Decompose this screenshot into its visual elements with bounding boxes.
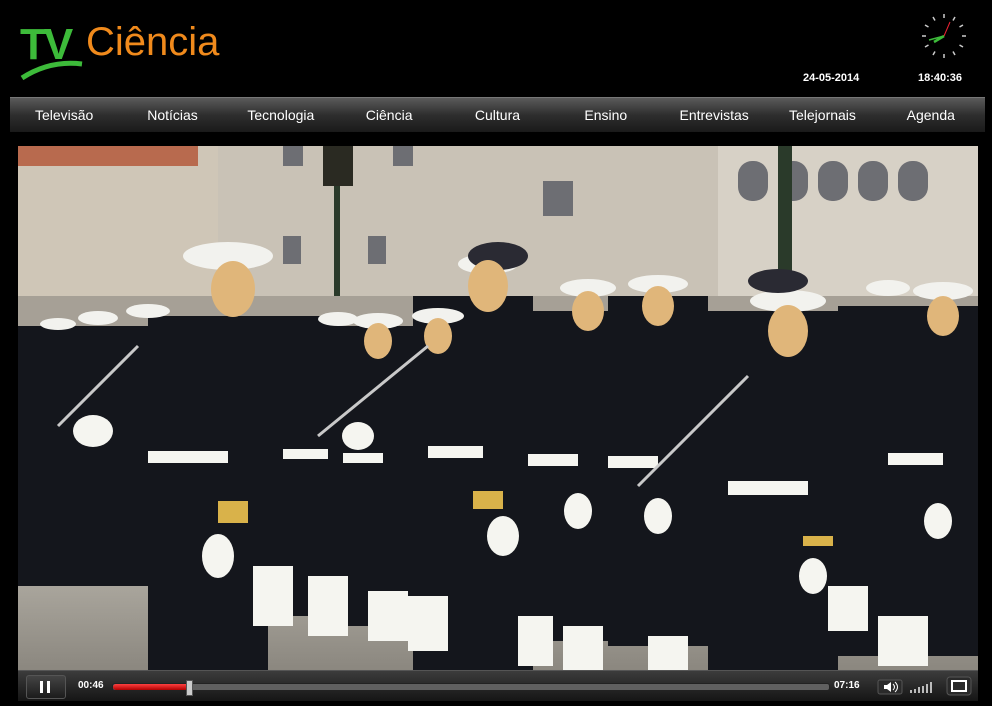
video-scene-image (18, 146, 978, 670)
pause-button[interactable] (26, 675, 66, 699)
nav-item-tecnologia[interactable]: Tecnologia (227, 98, 335, 132)
seek-handle[interactable] (185, 680, 193, 696)
nav-item-entrevistas[interactable]: Entrevistas (660, 98, 768, 132)
video-duration: 07:16 (834, 680, 860, 691)
site-header: TV Ciência 24-05-2014 18:40:36 (0, 0, 992, 96)
nav-item-agenda[interactable]: Agenda (877, 98, 985, 132)
fullscreen-button[interactable] (946, 675, 972, 697)
nav-item-telejornais[interactable]: Telejornais (768, 98, 876, 132)
nav-item-cultura[interactable]: Cultura (443, 98, 551, 132)
pause-icon (40, 681, 43, 693)
main-nav: Televisão Notícias Tecnologia Ciência Cu… (10, 97, 985, 132)
nav-item-ensino[interactable]: Ensino (552, 98, 660, 132)
volume-control[interactable] (876, 675, 938, 697)
seek-progress (113, 684, 189, 690)
video-frame[interactable] (18, 146, 978, 670)
video-controls: 00:46 07:16 (18, 670, 978, 701)
current-date: 24-05-2014 (803, 72, 860, 84)
fullscreen-icon (946, 676, 972, 696)
pause-icon-bar (47, 681, 50, 693)
nav-item-televisao[interactable]: Televisão (10, 98, 118, 132)
current-playback-time: 00:46 (78, 680, 104, 691)
page-bottom-strip (0, 706, 992, 714)
nav-item-ciencia[interactable]: Ciência (335, 98, 443, 132)
current-time: 18:40:36 (918, 72, 963, 84)
speaker-icon (877, 679, 932, 695)
seek-bar[interactable] (112, 680, 830, 696)
nav-item-noticias[interactable]: Notícias (118, 98, 226, 132)
analog-clock-icon (922, 14, 966, 58)
logo-swoosh-icon (20, 60, 83, 81)
tv-ciencia-logo[interactable]: TV Ciência (20, 20, 220, 84)
logo-ciencia-text: Ciência (86, 20, 220, 64)
